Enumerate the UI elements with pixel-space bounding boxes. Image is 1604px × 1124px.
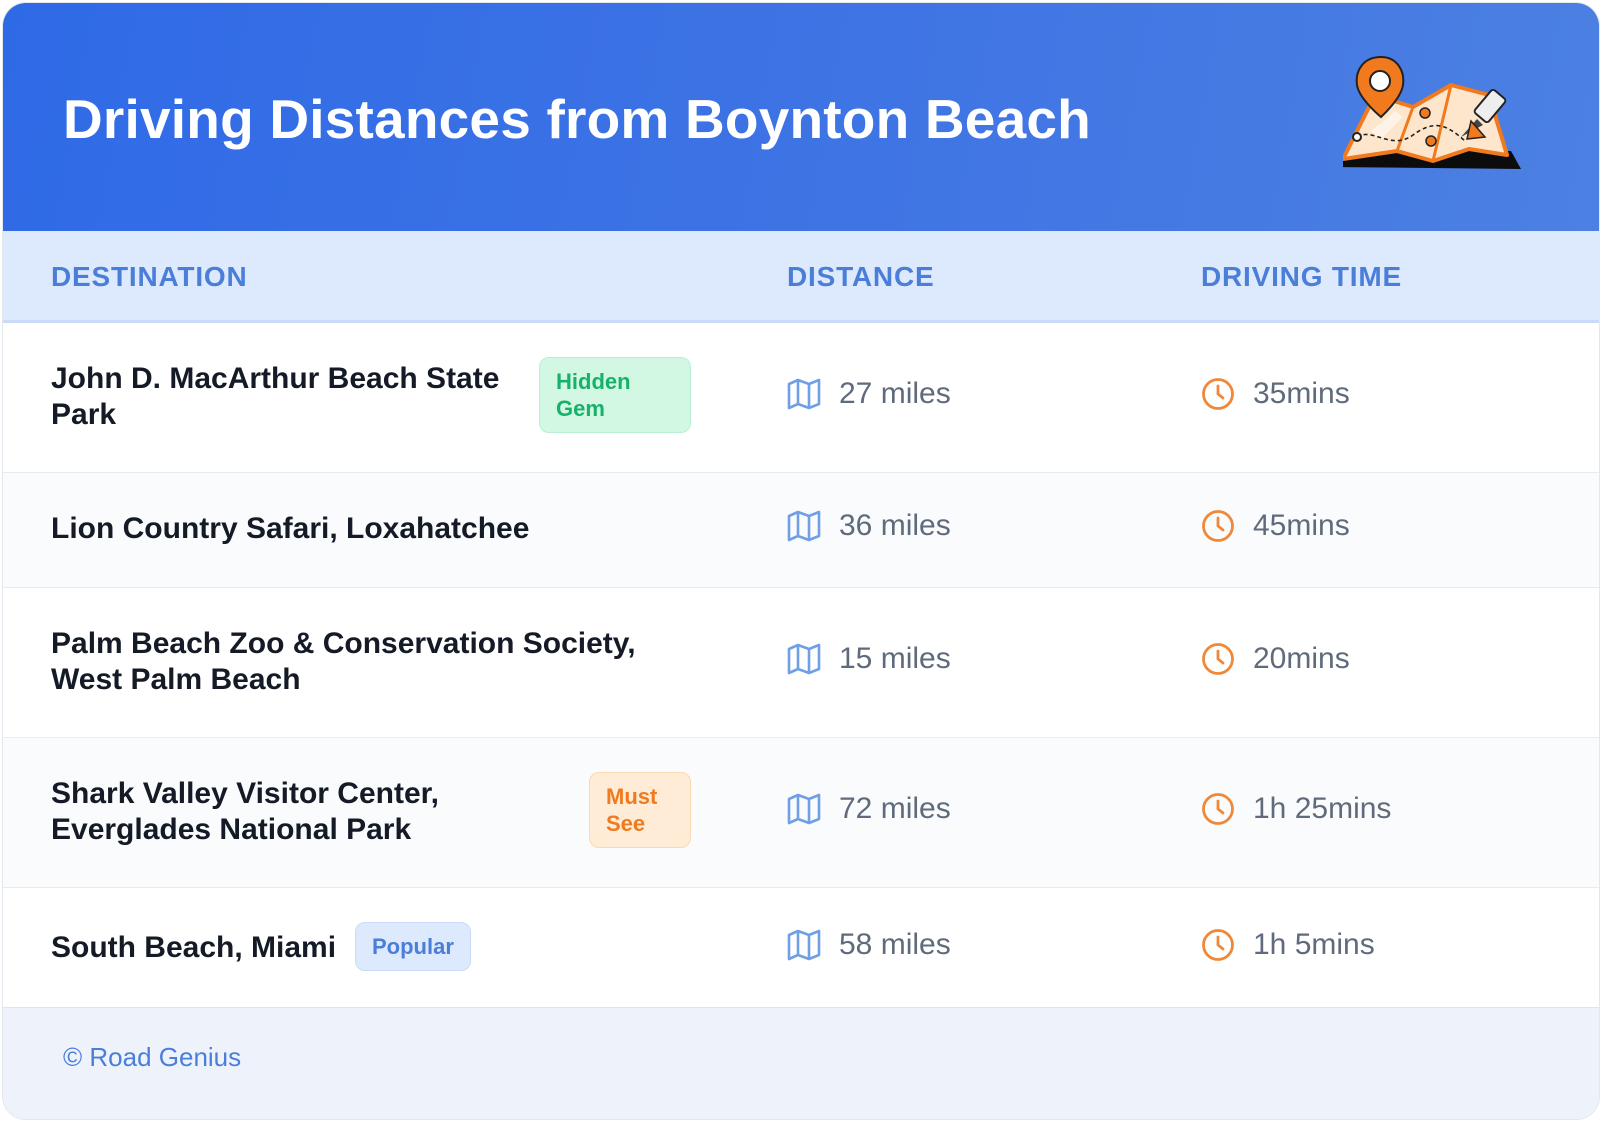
footer: © Road Genius	[3, 1007, 1599, 1119]
time-cell: 20mins	[1201, 642, 1350, 676]
table-row: Palm Beach Zoo & Conservation Society, W…	[3, 588, 1599, 738]
distance-cell: 58 miles	[787, 928, 951, 962]
time-value: 45mins	[1253, 509, 1350, 542]
destination-name: South Beach, Miami	[51, 931, 337, 964]
column-header-distance: DISTANCE	[787, 261, 935, 292]
badge-hidden-gem: Hidden Gem	[539, 357, 691, 433]
map-with-pins-icon	[1343, 55, 1521, 169]
distance-card: Driving Distances from Boynton Beach DES…	[2, 2, 1600, 1120]
clock-icon	[1202, 929, 1234, 961]
time-value: 1h 25mins	[1253, 792, 1392, 825]
distance-cell: 72 miles	[787, 792, 951, 826]
map-icon	[787, 793, 821, 825]
map-icon	[787, 643, 821, 675]
distance-value: 15 miles	[839, 642, 951, 675]
page-title: Driving Distances from Boynton Beach	[63, 88, 1091, 150]
table-row: Shark Valley Visitor Center, Everglades …	[3, 738, 1599, 888]
clock-icon	[1202, 378, 1234, 410]
header-banner: Driving Distances from Boynton Beach	[3, 3, 1599, 231]
badge-must-see: Must See	[589, 772, 691, 848]
distance-value: 58 miles	[839, 928, 951, 961]
time-cell: 45mins	[1201, 509, 1350, 543]
column-header-destination: DESTINATION	[51, 261, 248, 292]
copyright-text: © Road Genius	[63, 1042, 242, 1072]
time-value: 1h 5mins	[1253, 928, 1375, 961]
column-header-driving-time: DRIVING TIME	[1201, 261, 1402, 292]
table-row: John D. MacArthur Beach State Park Hidde…	[3, 323, 1599, 473]
time-value: 35mins	[1253, 377, 1350, 410]
distance-value: 72 miles	[839, 792, 951, 825]
time-cell: 35mins	[1201, 377, 1350, 411]
map-icon	[787, 510, 821, 542]
distance-cell: 27 miles	[787, 377, 951, 411]
table-header: DESTINATION DISTANCE DRIVING TIME	[3, 231, 1599, 323]
destination-name: Lion Country Safari, Loxahatchee	[51, 512, 530, 545]
distance-cell: 36 miles	[787, 509, 951, 543]
clock-icon	[1202, 643, 1234, 675]
clock-icon	[1202, 793, 1234, 825]
destination-name: Shark Valley Visitor Center, Everglades …	[51, 777, 439, 846]
map-icon	[787, 929, 821, 961]
table-row: South Beach, Miami Popular 58 miles 1h 5…	[3, 888, 1599, 1008]
time-value: 20mins	[1253, 642, 1350, 675]
map-icon	[787, 378, 821, 410]
time-cell: 1h 5mins	[1201, 928, 1375, 962]
destination-name: John D. MacArthur Beach State Park	[51, 362, 500, 431]
distance-value: 36 miles	[839, 509, 951, 542]
badge-popular: Popular	[355, 922, 471, 971]
destination-name: Palm Beach Zoo & Conservation Society, W…	[51, 627, 636, 696]
time-cell: 1h 25mins	[1201, 792, 1391, 826]
distance-cell: 15 miles	[787, 642, 951, 676]
table-row: Lion Country Safari, Loxahatchee 36 mile…	[3, 473, 1599, 588]
distance-value: 27 miles	[839, 377, 951, 410]
clock-icon	[1202, 510, 1234, 542]
